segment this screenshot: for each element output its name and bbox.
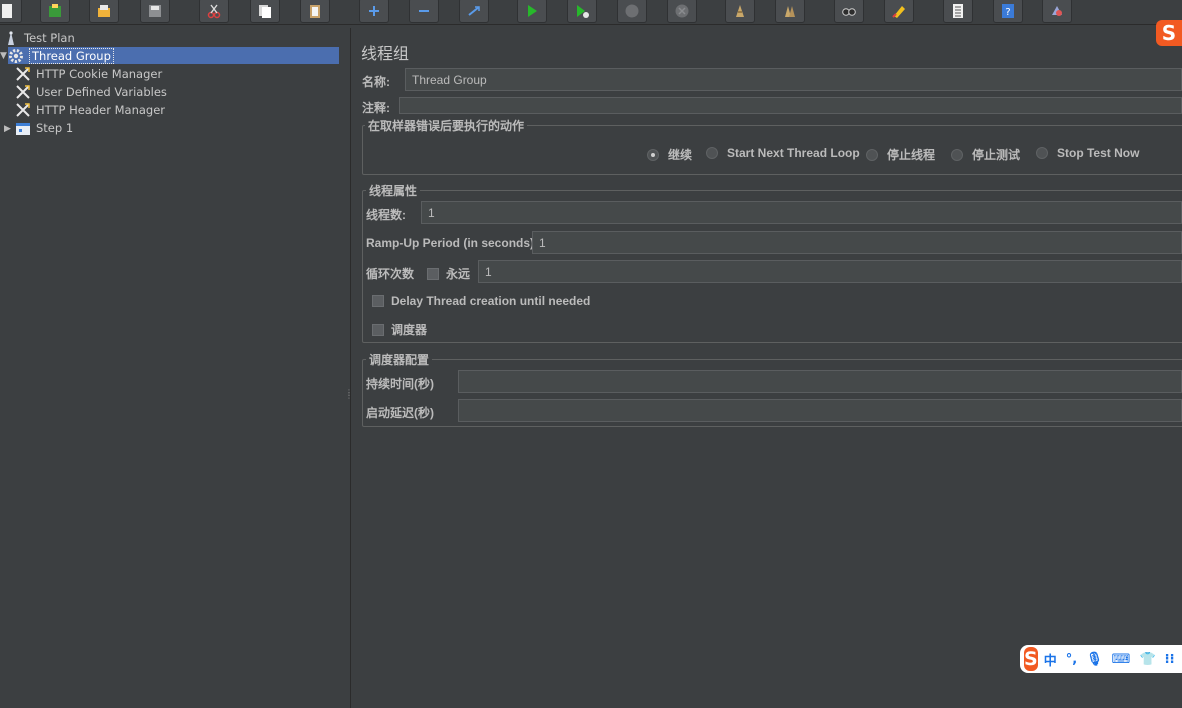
transaction-controller-icon <box>15 120 31 136</box>
config-element-icon <box>15 66 31 82</box>
cut-icon[interactable] <box>199 0 229 23</box>
ime-logo-text: S <box>1161 21 1177 45</box>
delay-thread-creation-label: Delay Thread creation until needed <box>391 294 591 308</box>
svg-text:?: ? <box>1005 7 1010 18</box>
radio-continue[interactable]: 继续 <box>647 146 692 163</box>
checkbox-icon <box>372 295 384 307</box>
delay-thread-creation-checkbox[interactable]: Delay Thread creation until needed <box>372 294 590 308</box>
threads-field[interactable]: 1 <box>421 201 1182 224</box>
tree-item-http-cookie-manager[interactable]: HTTP Cookie Manager <box>15 65 162 82</box>
panel-title: 线程组 <box>361 44 410 63</box>
toolbar: ? <box>0 0 1182 25</box>
tree-item-label: Thread Group <box>29 47 114 64</box>
shutdown-icon[interactable] <box>667 0 697 23</box>
tree-item-test-plan[interactable]: Test Plan <box>3 29 75 46</box>
radio-stop-thread[interactable]: 停止线程 <box>866 146 935 163</box>
paste-icon[interactable] <box>300 0 330 23</box>
tree-item-label: Step 1 <box>36 120 74 135</box>
open-icon[interactable] <box>89 0 119 23</box>
startup-delay-field[interactable] <box>458 399 1182 422</box>
start-no-pauses-icon[interactable] <box>567 0 597 23</box>
tree-item-step-1[interactable]: Step 1 <box>15 119 73 136</box>
rampup-field[interactable]: 1 <box>532 231 1182 254</box>
comment-field[interactable] <box>399 97 1182 114</box>
radio-label: 继续 <box>668 148 693 162</box>
tree-item-http-header-manager[interactable]: HTTP Header Manager <box>15 101 165 118</box>
radio-selected-icon <box>647 148 659 161</box>
scheduler-label: 调度器 <box>391 323 428 337</box>
thread-properties-title: 线程属性 <box>366 182 421 199</box>
tree-item-label: HTTP Header Manager <box>36 102 166 117</box>
radio-stop-test-now[interactable]: Stop Test Now <box>1036 146 1139 160</box>
splitter[interactable]: ⋮ ⋮ <box>344 28 353 708</box>
ime-chinese-mode[interactable]: 中 <box>1044 650 1057 669</box>
reset-search-icon[interactable] <box>884 0 914 23</box>
checkbox-icon <box>372 323 384 336</box>
radio-label: 停止测试 <box>972 148 1021 162</box>
chevron-right-icon[interactable]: ▶ <box>4 124 11 134</box>
forever-checkbox[interactable]: 永远 <box>427 265 470 282</box>
radio-icon <box>706 147 718 159</box>
name-field[interactable]: Thread Group <box>405 68 1182 91</box>
comment-label: 注释: <box>362 101 390 115</box>
rampup-label: Ramp-Up Period (in seconds): <box>366 236 539 250</box>
stop-icon[interactable] <box>617 0 647 23</box>
ime-keyboard-icon[interactable]: ⌨ <box>1112 652 1131 667</box>
tree-item-label: Test Plan <box>24 30 75 45</box>
copy-icon[interactable] <box>250 0 280 23</box>
remote-icon[interactable] <box>1042 0 1072 23</box>
ime-toolbar: S 中 °, 🎙 ⌨ 👕 ⁝⁝ <box>1020 645 1182 673</box>
save-icon[interactable] <box>140 0 170 23</box>
ime-punctuation-icon[interactable]: °, <box>1066 652 1077 667</box>
tree-item-user-defined-variables[interactable]: User Defined Variables <box>15 83 167 100</box>
tree-item-label: HTTP Cookie Manager <box>36 66 163 81</box>
loop-count-field[interactable]: 1 <box>478 260 1182 283</box>
radio-icon <box>866 148 878 161</box>
error-action-title: 在取样器错误后要执行的动作 <box>365 117 528 134</box>
loop-label: 循环次数 <box>366 267 415 281</box>
ime-toolbox-icon[interactable]: ⁝⁝ <box>1165 652 1175 667</box>
help-icon[interactable]: ? <box>993 0 1023 23</box>
scheduler-config-title: 调度器配置 <box>366 351 433 368</box>
expand-icon[interactable] <box>359 0 389 23</box>
clear-icon[interactable] <box>725 0 755 23</box>
thread-group-panel: 线程组 名称: Thread Group 注释: 在取样器错误后要执行的动作 继… <box>351 28 1182 708</box>
scheduler-checkbox[interactable]: 调度器 <box>372 321 427 338</box>
start-icon[interactable] <box>517 0 547 23</box>
radio-icon <box>951 148 963 161</box>
chevron-down-icon[interactable]: ▼ <box>0 51 7 61</box>
forever-label: 永远 <box>446 267 471 281</box>
toggle-icon[interactable] <box>459 0 489 23</box>
ime-microphone-icon[interactable]: 🎙 <box>1086 652 1103 667</box>
duration-field[interactable] <box>458 370 1182 393</box>
name-label: 名称: <box>362 75 390 89</box>
function-helper-icon[interactable] <box>943 0 973 23</box>
test-plan-tree: Test Plan ▼ Thread Group HTTP Cookie Man… <box>0 28 344 708</box>
ime-logo-icon[interactable]: S <box>1156 20 1182 46</box>
ime-skin-icon[interactable]: 👕 <box>1139 652 1155 667</box>
ime-logo-text: S <box>1024 648 1038 670</box>
test-plan-icon <box>3 30 19 46</box>
clear-all-icon[interactable] <box>775 0 805 23</box>
gear-icon <box>8 48 24 64</box>
duration-label: 持续时间(秒) <box>366 377 434 391</box>
collapse-icon[interactable] <box>409 0 439 23</box>
tree-item-thread-group[interactable]: Thread Group <box>8 47 339 64</box>
config-element-icon <box>15 102 31 118</box>
templates-icon[interactable] <box>40 0 70 23</box>
new-icon[interactable] <box>0 0 22 23</box>
config-element-icon <box>15 84 31 100</box>
radio-label: 停止线程 <box>887 148 936 162</box>
tree-item-label: User Defined Variables <box>36 84 167 99</box>
radio-label: Stop Test Now <box>1057 146 1140 160</box>
radio-stop-test[interactable]: 停止测试 <box>951 146 1020 163</box>
search-icon[interactable] <box>834 0 864 23</box>
radio-label: Start Next Thread Loop <box>727 146 860 160</box>
startup-delay-label: 启动延迟(秒) <box>366 406 434 420</box>
threads-label: 线程数: <box>366 208 406 222</box>
ime-logo-icon[interactable]: S <box>1024 647 1038 671</box>
radio-icon <box>1036 147 1048 159</box>
checkbox-icon <box>427 267 439 280</box>
radio-start-next-loop[interactable]: Start Next Thread Loop <box>706 146 860 160</box>
